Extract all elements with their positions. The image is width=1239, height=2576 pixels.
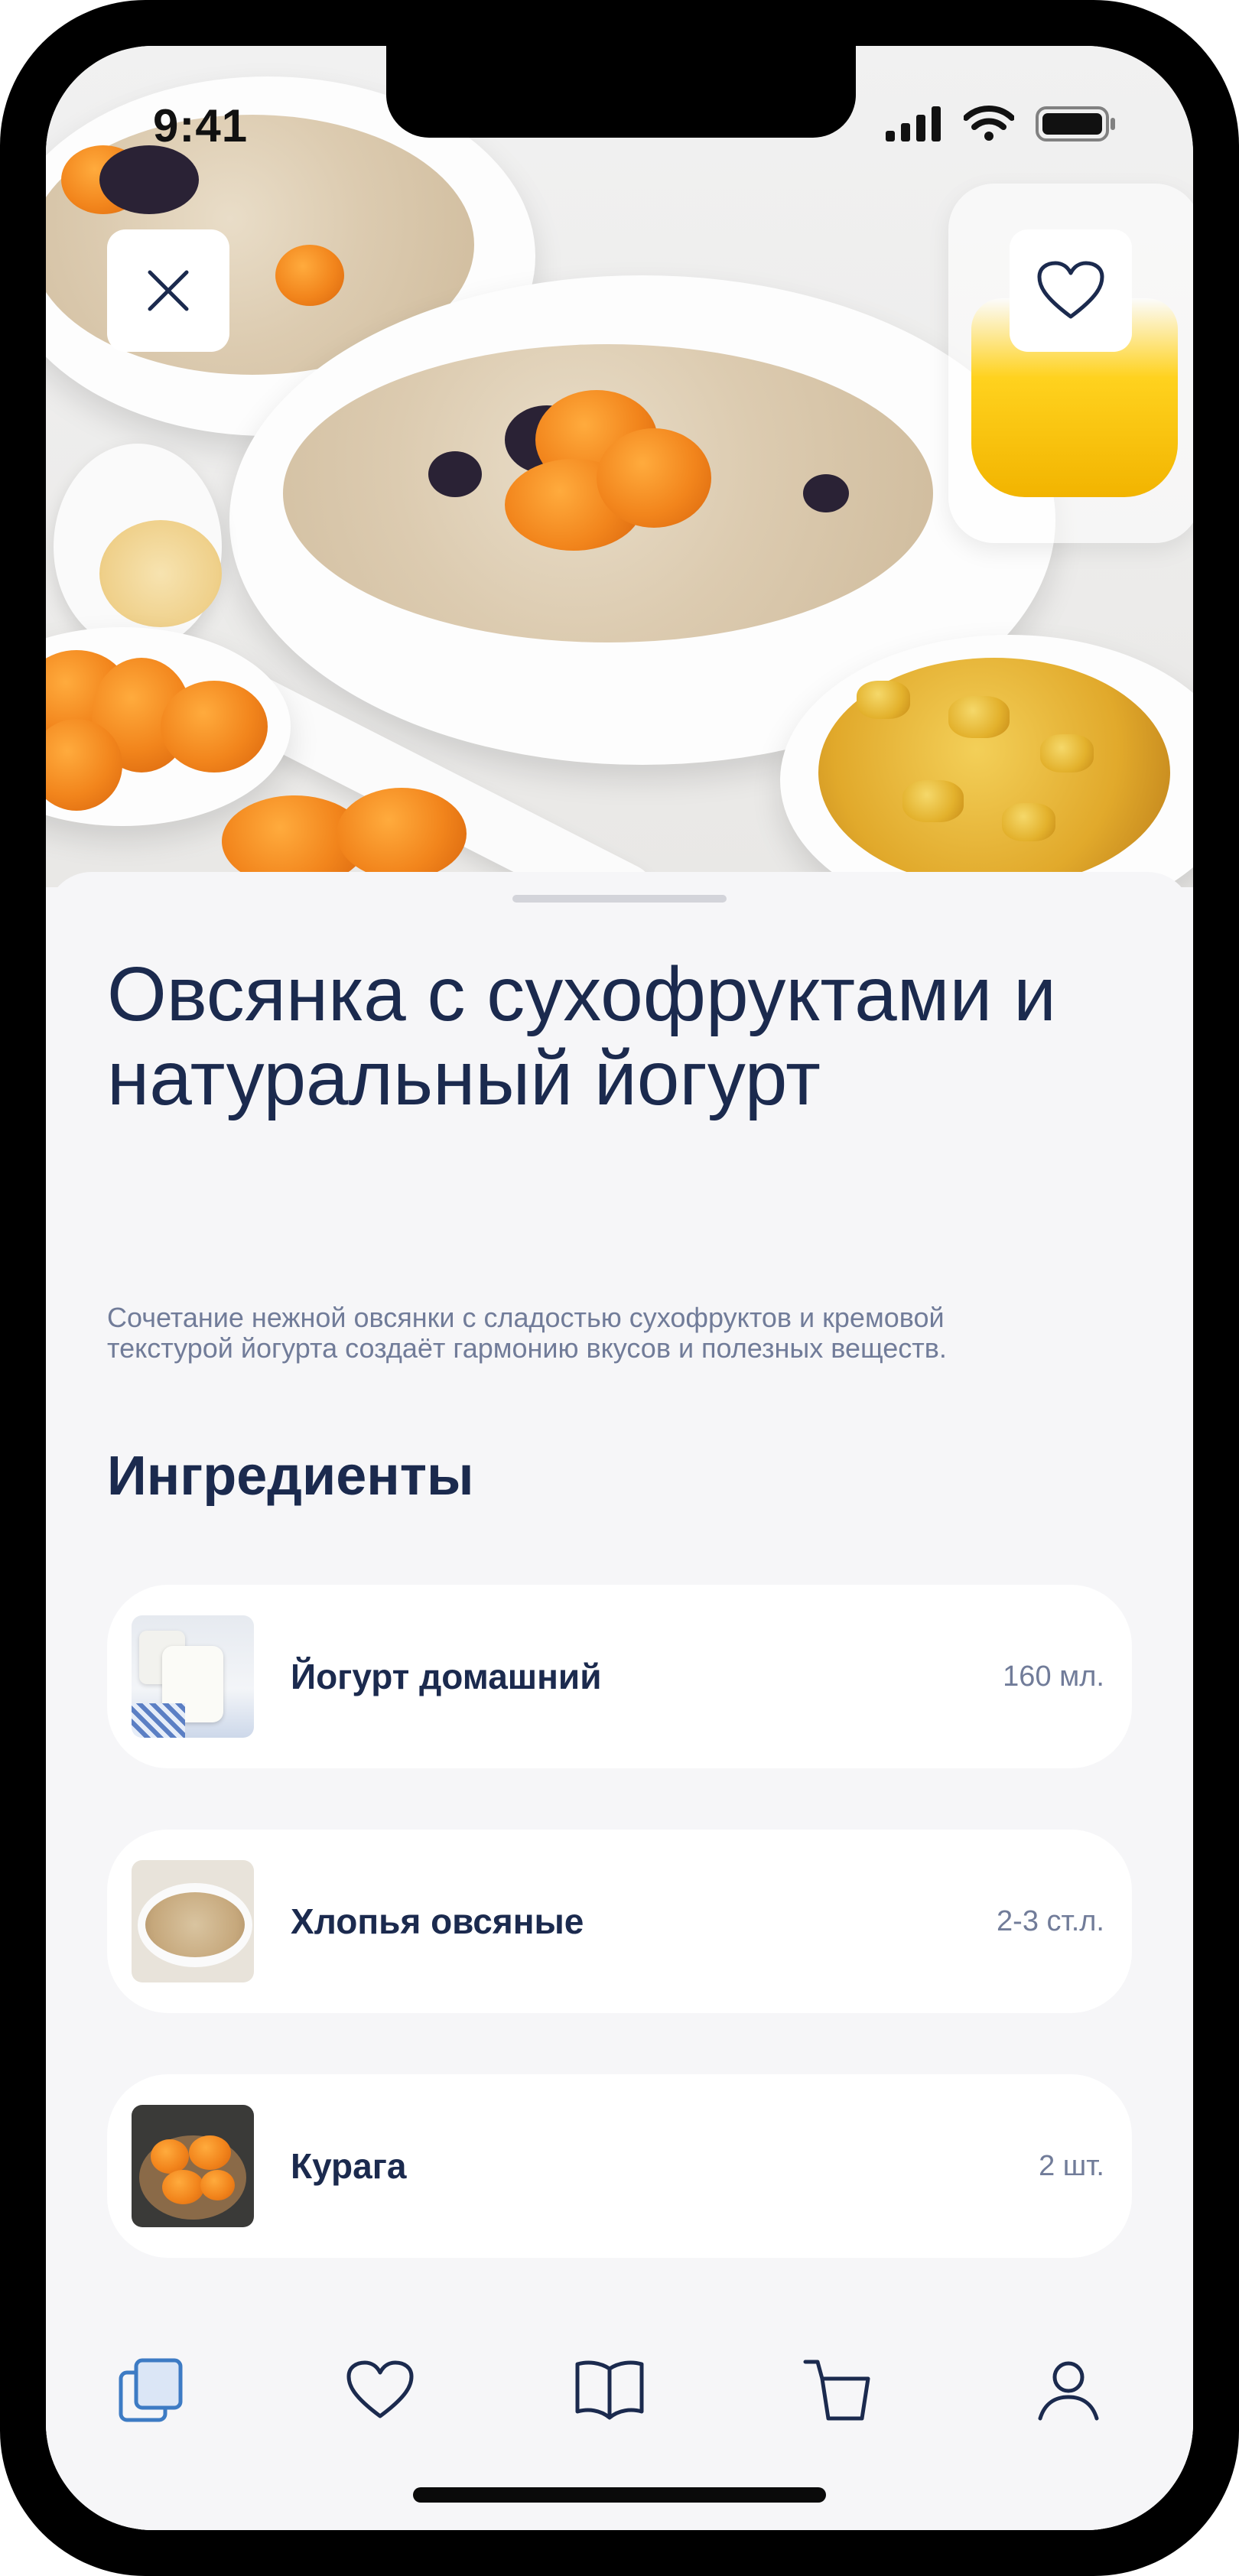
ingredient-row[interactable]: Хлопья овсяные 2-3 ст.л. bbox=[107, 1830, 1132, 2013]
heart-icon bbox=[346, 2360, 414, 2418]
favorite-button[interactable] bbox=[1010, 229, 1132, 352]
cellular-signal-icon bbox=[886, 106, 941, 141]
home-indicator[interactable] bbox=[413, 2487, 826, 2503]
close-icon bbox=[148, 270, 189, 311]
ingredient-thumbnail bbox=[132, 1615, 254, 1738]
ingredient-row[interactable]: Курага 2 шт. bbox=[107, 2074, 1132, 2258]
tab-book[interactable] bbox=[567, 2348, 652, 2432]
ingredient-name: Хлопья овсяные bbox=[291, 1901, 584, 1941]
ingredient-quantity: 160 мл. bbox=[1003, 1660, 1104, 1693]
recipe-title: Овсянка с сухофруктами и натуральный йог… bbox=[107, 951, 1056, 1121]
tab-cart[interactable] bbox=[797, 2348, 881, 2432]
wifi-icon bbox=[964, 106, 1014, 141]
tab-favorites[interactable] bbox=[338, 2348, 422, 2432]
ingredient-name: Курага bbox=[291, 2146, 407, 2186]
close-button[interactable] bbox=[107, 229, 229, 352]
tab-recipes[interactable] bbox=[109, 2348, 193, 2432]
ingredient-row[interactable]: Йогурт домашний 160 мл. bbox=[107, 1585, 1132, 1768]
ingredient-thumbnail bbox=[132, 1860, 254, 1982]
screen: 9:41 Овсянка с сухофруктами и натуральны… bbox=[46, 46, 1193, 2530]
recipe-sheet[interactable]: Овсянка с сухофруктами и натуральный йог… bbox=[46, 872, 1193, 2530]
ingredient-name: Йогурт домашний bbox=[291, 1657, 602, 1696]
ingredients-heading: Ингредиенты bbox=[107, 1446, 474, 1507]
recipe-description: Сочетание нежной овсянки с сладостью сух… bbox=[107, 1302, 947, 1364]
profile-icon bbox=[1038, 2361, 1099, 2421]
recipes-stack-icon bbox=[119, 2358, 183, 2422]
status-icons bbox=[886, 106, 1117, 142]
ingredient-thumbnail bbox=[132, 2105, 254, 2227]
status-time: 9:41 bbox=[153, 100, 249, 151]
heart-icon bbox=[1037, 261, 1104, 319]
cart-icon bbox=[803, 2360, 870, 2421]
tab-profile[interactable] bbox=[1026, 2348, 1111, 2432]
phone-device: 9:41 Овсянка с сухофруктами и натуральны… bbox=[0, 0, 1239, 2576]
sheet-grabber[interactable] bbox=[512, 895, 727, 903]
battery-icon bbox=[1036, 106, 1115, 141]
ingredient-quantity: 2 шт. bbox=[1039, 2149, 1104, 2182]
recipe-hero-image bbox=[46, 46, 1193, 887]
camera-notch bbox=[386, 46, 856, 138]
ingredient-quantity: 2-3 ст.л. bbox=[997, 1904, 1104, 1937]
book-icon bbox=[575, 2360, 644, 2420]
